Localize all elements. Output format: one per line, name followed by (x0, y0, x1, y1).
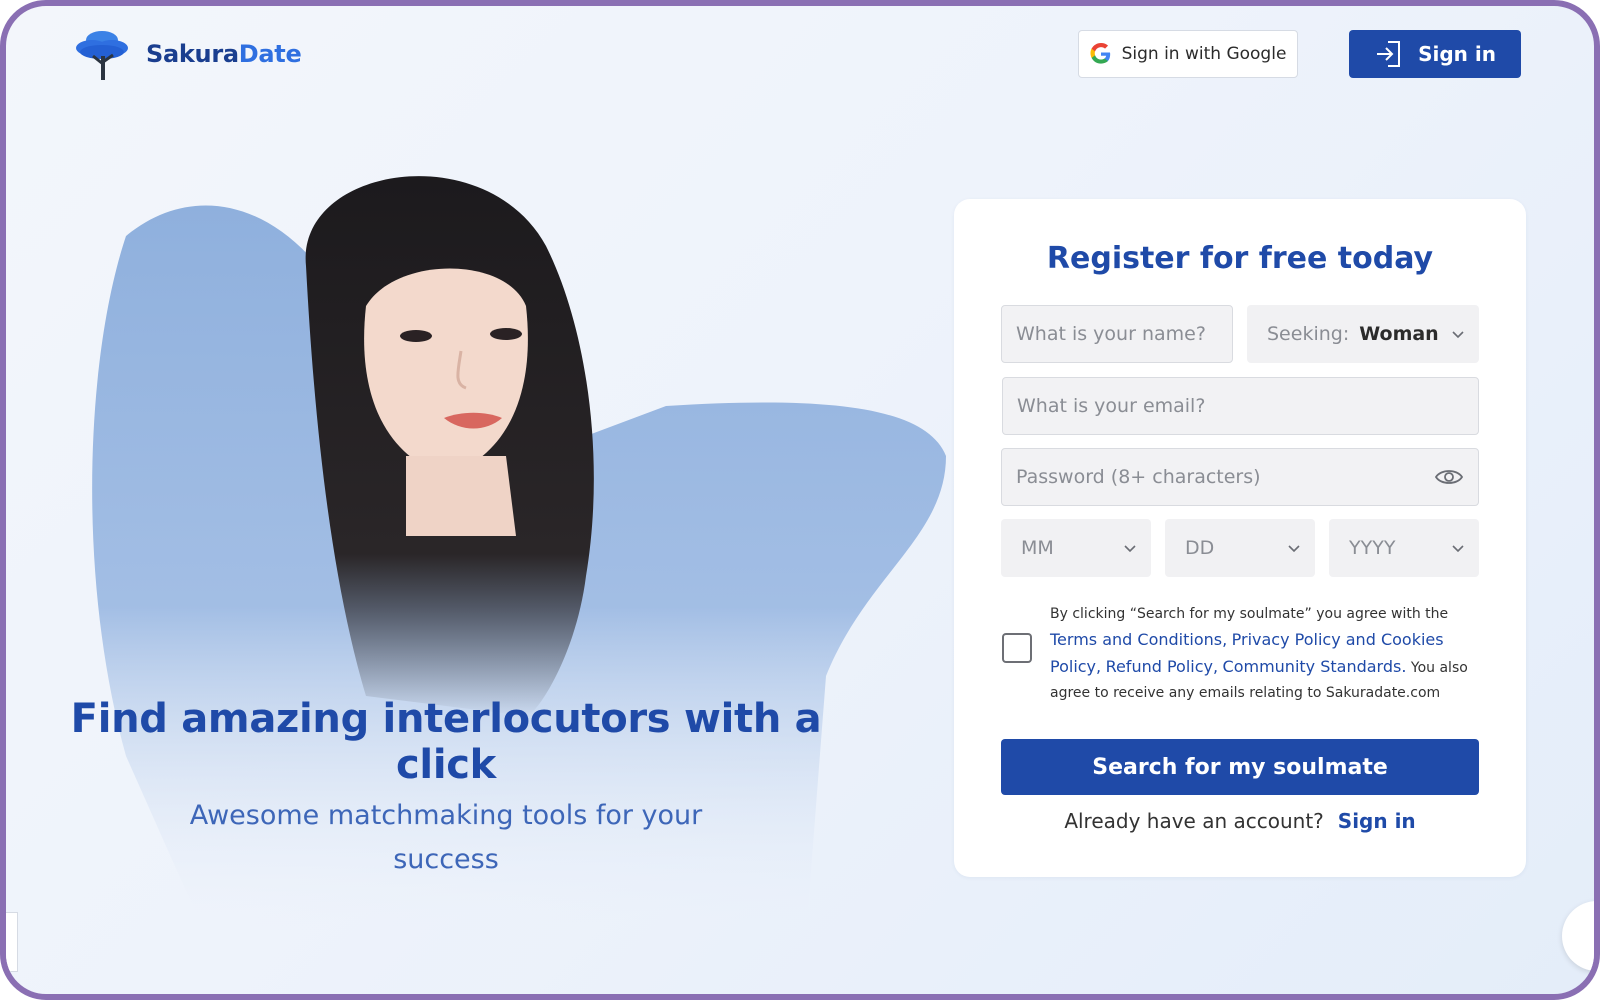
chat-bubble[interactable] (1562, 901, 1594, 971)
name-input[interactable] (1016, 323, 1218, 345)
dob-month-select[interactable]: MM (1001, 519, 1151, 577)
register-card: Register for free today Seeking: Woman M… (954, 199, 1526, 877)
card-signin-link[interactable]: Sign in (1338, 809, 1416, 833)
side-tab[interactable] (6, 912, 18, 972)
hero-subline: Awesome matchmaking tools for your succe… (189, 800, 703, 875)
dob-month-value: MM (1021, 537, 1054, 559)
eye-icon[interactable] (1434, 467, 1464, 487)
already-account: Already have an account? Sign in (954, 809, 1526, 833)
password-field[interactable] (1001, 448, 1479, 506)
hero-caption: Find amazing interlocutors with a click … (66, 696, 826, 882)
terms-text: By clicking “Search for my soulmate” you… (1050, 602, 1486, 706)
password-input[interactable] (1016, 466, 1434, 488)
chevron-down-icon (1124, 545, 1136, 553)
login-icon (1377, 41, 1401, 67)
search-soulmate-label: Search for my soulmate (1092, 754, 1388, 780)
community-link[interactable]: Community Standards. (1223, 657, 1407, 676)
terms-prefix: By clicking “Search for my soulmate” you… (1050, 606, 1449, 622)
dob-day-value: DD (1185, 537, 1215, 559)
register-title: Register for free today (1046, 241, 1434, 276)
dob-day-select[interactable]: DD (1165, 519, 1315, 577)
seeking-select[interactable]: Seeking: Woman (1247, 305, 1479, 363)
terms-checkbox[interactable] (1002, 633, 1032, 663)
google-signin-button[interactable]: Sign in with Google (1078, 30, 1298, 78)
brand-logo[interactable]: SakuraDate (72, 24, 302, 84)
already-text: Already have an account? (1064, 809, 1324, 833)
terms-link[interactable]: Terms and Conditions, (1050, 630, 1227, 649)
tree-icon (76, 31, 128, 80)
dob-year-value: YYYY (1349, 537, 1396, 559)
header-signin-button[interactable]: Sign in (1349, 30, 1521, 78)
refund-link[interactable]: Refund Policy, (1106, 657, 1219, 676)
chevron-down-icon (1288, 545, 1300, 553)
name-field[interactable] (1001, 305, 1233, 363)
search-soulmate-button[interactable]: Search for my soulmate (1001, 739, 1479, 795)
page-frame: SakuraDate Sign in with Google Sign in F… (0, 0, 1600, 1000)
chevron-down-icon (1452, 331, 1464, 339)
google-icon (1090, 43, 1110, 64)
seeking-label: Seeking: (1267, 323, 1350, 345)
dob-year-select[interactable]: YYYY (1329, 519, 1479, 577)
email-field[interactable] (1002, 377, 1479, 435)
header-signin-label: Sign in (1418, 42, 1496, 66)
google-signin-label: Sign in with Google (1121, 44, 1287, 64)
hero-headline: Find amazing interlocutors with a click (70, 696, 822, 788)
email-input[interactable] (1017, 395, 1464, 417)
chevron-down-icon (1452, 545, 1464, 553)
brand-name-part2: Date (238, 40, 302, 68)
seeking-value: Woman (1359, 323, 1439, 345)
brand-name: SakuraDate (146, 40, 302, 68)
brand-name-part1: Sakura (146, 40, 239, 68)
